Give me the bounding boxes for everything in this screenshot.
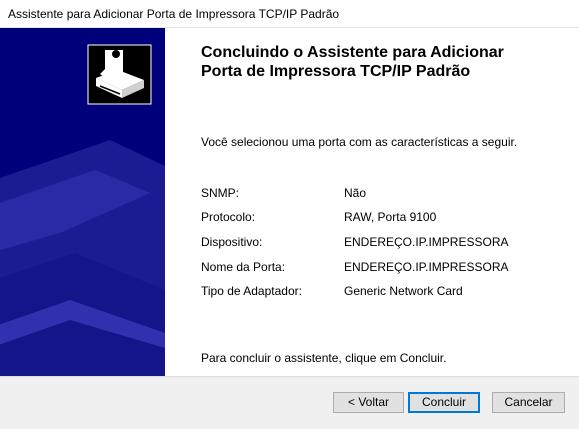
- detail-value: ENDEREÇO.IP.IMPRESSORA: [344, 260, 509, 274]
- intro-text: Você selecionou uma porta com as caracte…: [201, 135, 518, 149]
- detail-value: RAW, Porta 9100: [344, 210, 437, 224]
- detail-row-port-name: Nome da Porta: ENDEREÇO.IP.IMPRESSORA: [201, 260, 571, 276]
- detail-row-device: Dispositivo: ENDEREÇO.IP.IMPRESSORA: [201, 235, 571, 251]
- back-button[interactable]: < Voltar: [333, 392, 404, 413]
- button-bar: < Voltar Concluir Cancelar: [0, 376, 579, 429]
- window-title: Assistente para Adicionar Porta de Impre…: [8, 7, 340, 21]
- heading-line-2: Porta de Impressora TCP/IP Padrão: [201, 63, 471, 80]
- page-heading: Concluindo o Assistente para Adicionar P…: [201, 43, 561, 81]
- detail-label: Protocolo:: [201, 210, 256, 224]
- detail-value: Não: [344, 186, 367, 200]
- detail-value: ENDEREÇO.IP.IMPRESSORA: [344, 235, 509, 249]
- detail-label: Nome da Porta:: [201, 260, 286, 274]
- detail-row-snmp: SNMP: Não: [201, 186, 571, 202]
- detail-row-adapter-type: Tipo de Adaptador: Generic Network Card: [201, 284, 571, 300]
- detail-label: Tipo de Adaptador:: [201, 284, 302, 298]
- finish-button[interactable]: Concluir: [408, 392, 480, 413]
- cancel-button[interactable]: Cancelar: [492, 392, 565, 413]
- wizard-content: Concluindo o Assistente para Adicionar P…: [165, 28, 579, 376]
- detail-label: SNMP:: [201, 186, 240, 200]
- detail-row-protocol: Protocolo: RAW, Porta 9100: [201, 210, 571, 226]
- detail-label: Dispositivo:: [201, 235, 263, 249]
- outro-text: Para concluir o assistente, clique em Co…: [201, 351, 447, 365]
- printer-wizard-icon: [87, 44, 152, 105]
- title-bar: Assistente para Adicionar Porta de Impre…: [0, 0, 579, 28]
- heading-line-1: Concluindo o Assistente para Adicionar: [201, 44, 504, 61]
- banner-artwork: [0, 44, 165, 376]
- detail-value: Generic Network Card: [344, 284, 463, 298]
- wizard-banner: [0, 28, 165, 376]
